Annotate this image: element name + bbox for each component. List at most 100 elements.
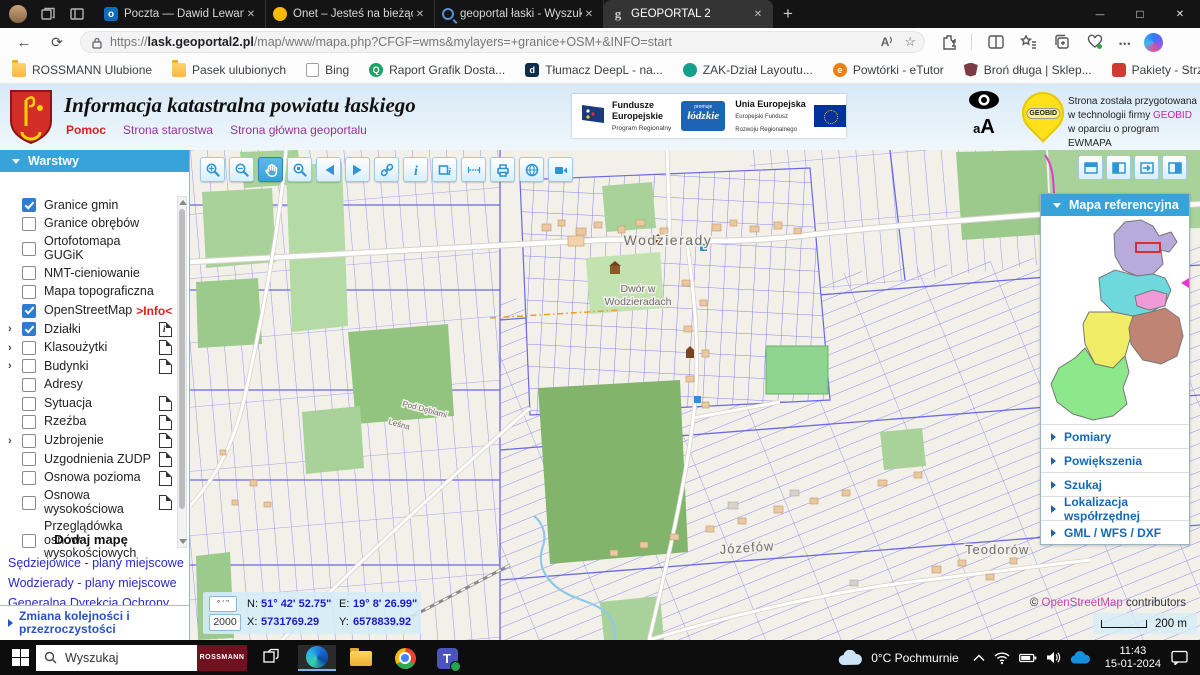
panel-menu-item[interactable]: Powiększenia bbox=[1041, 448, 1189, 472]
info-button[interactable]: i bbox=[403, 157, 428, 182]
layer-label[interactable]: Budynki bbox=[44, 358, 155, 376]
address-bar[interactable]: https://lask.geoportal2.pl/map/www/mapa.… bbox=[80, 31, 925, 53]
layer-label[interactable]: Osnowa wysokościowa bbox=[44, 487, 155, 518]
favorite-star-icon[interactable] bbox=[904, 34, 916, 50]
layer-expand-icon[interactable] bbox=[8, 342, 22, 354]
bookmark-item[interactable]: e Powtórki - eTutor bbox=[833, 63, 944, 77]
taskbar-teams-icon[interactable]: T bbox=[428, 645, 466, 671]
add-map-link[interactable]: Sędziejowice - plany miejscowe bbox=[0, 553, 182, 573]
onedrive-icon[interactable] bbox=[1070, 651, 1090, 664]
layer-checkbox[interactable] bbox=[22, 304, 36, 318]
font-size-control[interactable]: aA bbox=[962, 116, 1006, 139]
view-forward-button[interactable] bbox=[345, 157, 370, 182]
taskbar-chrome-icon[interactable] bbox=[386, 645, 424, 671]
globe-button[interactable] bbox=[519, 157, 544, 182]
osm-link[interactable]: OpenStreetMap bbox=[1042, 597, 1123, 609]
bookmark-item[interactable]: Pasek ulubionych bbox=[172, 63, 286, 77]
layer-label[interactable]: OpenStreetMap bbox=[44, 302, 132, 320]
wifi-icon[interactable] bbox=[994, 651, 1010, 665]
dms-toggle[interactable]: ° ' " bbox=[209, 596, 237, 612]
layers-panel-header[interactable]: Warstwy bbox=[0, 150, 189, 172]
layer-checkbox[interactable] bbox=[22, 341, 36, 355]
tab-close-icon[interactable] bbox=[582, 9, 596, 20]
weather-text[interactable]: 0°C Pochmurnie bbox=[871, 651, 959, 665]
layer-checkbox[interactable] bbox=[22, 242, 36, 256]
measure-button[interactable] bbox=[461, 157, 486, 182]
layer-checkbox[interactable] bbox=[22, 496, 36, 510]
favorites-icon[interactable] bbox=[1020, 33, 1038, 51]
copilot-icon[interactable] bbox=[1144, 33, 1163, 52]
map-canvas[interactable]: Wodzierady Dwór w Wodzieradach Józefów T… bbox=[190, 150, 1200, 640]
layer-legend-icon[interactable] bbox=[159, 359, 172, 374]
profile-avatar[interactable] bbox=[9, 5, 27, 23]
panel-top-button[interactable] bbox=[1078, 155, 1103, 180]
layer-legend-icon[interactable] bbox=[159, 396, 172, 411]
layer-label[interactable]: Sytuacja bbox=[44, 395, 155, 413]
workspaces-icon[interactable] bbox=[40, 6, 56, 22]
layer-legend-icon[interactable] bbox=[159, 433, 172, 448]
browser-tab[interactable]: Onet – Jesteś na bieżąco bbox=[266, 0, 435, 28]
bookmark-item[interactable]: ZAK-Dział Layoutu... bbox=[683, 63, 813, 77]
layer-checkbox[interactable] bbox=[22, 471, 36, 485]
link-starostwo[interactable]: Strona starostwa bbox=[123, 123, 213, 137]
scale-input[interactable]: 2000 bbox=[209, 614, 241, 631]
browser-tab[interactable]: geoportal łaski - Wyszukaj bbox=[435, 0, 604, 28]
panel-expand-button[interactable] bbox=[1134, 155, 1159, 180]
layer-label[interactable]: Uzgodnienia ZUDP bbox=[44, 451, 155, 469]
layer-checkbox[interactable] bbox=[22, 434, 36, 448]
layer-label[interactable]: Granice gmin bbox=[44, 197, 155, 215]
bookmark-item[interactable]: d Tłumacz DeepL - na... bbox=[525, 63, 663, 77]
battery-icon[interactable] bbox=[1019, 653, 1037, 663]
bookmark-item[interactable]: ROSSMANN Ulubione bbox=[12, 63, 152, 77]
view-back-button[interactable] bbox=[316, 157, 341, 182]
layer-legend-icon[interactable] bbox=[159, 452, 172, 467]
layer-label[interactable]: Mapa topograficzna bbox=[44, 283, 155, 301]
camera-button[interactable] bbox=[548, 157, 573, 182]
layer-label[interactable]: Działki bbox=[44, 321, 155, 339]
speaker-icon[interactable] bbox=[1046, 651, 1061, 664]
notification-icon[interactable] bbox=[1171, 650, 1188, 665]
minimize-button[interactable] bbox=[1080, 0, 1120, 28]
layer-checkbox[interactable] bbox=[22, 285, 36, 299]
taskbar-explorer-icon[interactable] bbox=[342, 645, 380, 671]
layer-label[interactable]: Granice obrębów bbox=[44, 215, 155, 233]
tab-actions-icon[interactable] bbox=[69, 6, 85, 22]
panel-menu-item[interactable]: Pomiary bbox=[1041, 424, 1189, 448]
scrollbar-thumb[interactable] bbox=[179, 209, 185, 509]
add-map-link[interactable]: Wodzierady - plany miejscowe bbox=[0, 573, 182, 593]
back-button[interactable] bbox=[15, 33, 33, 51]
close-button[interactable] bbox=[1160, 0, 1200, 28]
layer-label[interactable]: Ortofotomapa GUGiK bbox=[44, 233, 155, 264]
settings-more-icon[interactable] bbox=[1119, 35, 1131, 50]
layer-legend-icon[interactable] bbox=[159, 471, 172, 486]
pan-hand-button[interactable] bbox=[258, 157, 283, 182]
read-aloud-icon[interactable] bbox=[881, 35, 893, 49]
layer-expand-icon[interactable] bbox=[8, 323, 22, 335]
layer-expand-icon[interactable] bbox=[8, 435, 22, 447]
layer-checkbox[interactable] bbox=[22, 415, 36, 429]
taskbar-clock[interactable]: 11:4315-01-2024 bbox=[1105, 645, 1161, 671]
layer-checkbox[interactable] bbox=[22, 266, 36, 280]
reference-minimap[interactable] bbox=[1041, 216, 1189, 424]
link-geoportal-home[interactable]: Strona główna geoportalu bbox=[230, 123, 367, 137]
panel-menu-item[interactable]: Szukaj bbox=[1041, 472, 1189, 496]
taskbar-search[interactable]: Wyszukaj ROSSMANN bbox=[36, 645, 247, 671]
link-button[interactable] bbox=[374, 157, 399, 182]
weather-icon[interactable] bbox=[838, 650, 862, 666]
tab-close-icon[interactable] bbox=[244, 9, 258, 20]
layer-expand-icon[interactable] bbox=[8, 360, 22, 372]
url-text[interactable]: https://lask.geoportal2.pl/map/www/mapa.… bbox=[110, 35, 881, 49]
browser-tab[interactable]: GEOPORTAL 2 bbox=[604, 0, 773, 28]
layer-checkbox[interactable] bbox=[22, 452, 36, 466]
zoom-window-button[interactable] bbox=[287, 157, 312, 182]
collections-icon[interactable] bbox=[1053, 33, 1071, 51]
tab-close-icon[interactable] bbox=[751, 9, 765, 20]
print-button[interactable] bbox=[490, 157, 515, 182]
layer-label[interactable]: Uzbrojenie bbox=[44, 432, 155, 450]
layer-checkbox[interactable] bbox=[22, 198, 36, 212]
layer-label[interactable]: Adresy bbox=[44, 376, 155, 394]
panel-menu-item[interactable]: GML / WFS / DXF bbox=[1041, 520, 1189, 544]
rossmann-search-highlight[interactable]: ROSSMANN bbox=[197, 645, 247, 671]
extensions-icon[interactable] bbox=[940, 33, 958, 51]
layer-legend-icon[interactable] bbox=[159, 340, 172, 355]
